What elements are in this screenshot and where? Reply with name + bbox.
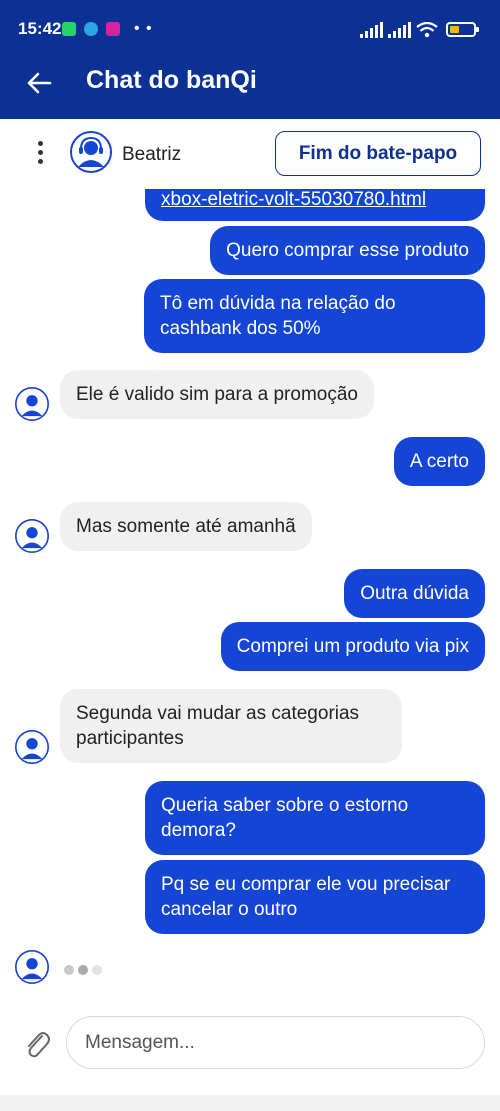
message-text: Mas somente até amanhã xyxy=(76,516,296,537)
message-bubble-sent[interactable]: xbox-eletric-volt-55030780.html xyxy=(145,189,485,221)
message-list[interactable]: xbox-eletric-volt-55030780.html Quero co… xyxy=(0,189,500,989)
more-options-icon[interactable] xyxy=(34,141,46,169)
back-arrow-icon[interactable] xyxy=(26,70,52,96)
instagram-icon xyxy=(106,22,120,36)
message-bubble-sent: Queria saber sobre o estorno demora? xyxy=(145,781,485,855)
status-bar: 15:42 • • xyxy=(0,0,500,60)
message-link[interactable]: xbox-eletric-volt-55030780.html xyxy=(161,189,426,210)
page-title: Chat do banQi xyxy=(86,66,257,94)
message-bubble-sent: Comprei um produto via pix xyxy=(220,622,485,671)
agent-header: Beatriz Fim do bate-papo xyxy=(0,119,500,189)
signal-icon xyxy=(360,22,383,38)
message-text: Segunda vai mudar as categorias particip… xyxy=(76,703,360,749)
whatsapp-icon xyxy=(62,22,76,36)
message-text: Outra dúvida xyxy=(360,583,469,604)
message-bubble-received: Ele é valido sim para a promoção xyxy=(60,370,374,419)
message-bubble-sent: Outra dúvida xyxy=(344,569,485,618)
message-composer xyxy=(0,1005,500,1095)
message-input[interactable] xyxy=(66,1016,485,1069)
message-bubble-sent: A certo xyxy=(393,437,485,486)
message-bubble-received: Mas somente até amanhã xyxy=(60,502,312,551)
agent-avatar xyxy=(70,131,112,173)
message-text: Tô em dúvida na relação do cashbank dos … xyxy=(160,293,396,339)
more-notifications-icon: • • xyxy=(134,20,153,37)
message-text: Quero comprar esse produto xyxy=(226,240,469,261)
message-bubble-received: Segunda vai mudar as categorias particip… xyxy=(60,689,402,763)
message-bubble-sent: Quero comprar esse produto xyxy=(210,226,485,275)
message-text: Comprei um produto via pix xyxy=(236,636,469,657)
signal-icon-2 xyxy=(388,22,411,38)
end-chat-button[interactable]: Fim do bate-papo xyxy=(275,131,481,176)
telegram-icon xyxy=(84,22,98,36)
message-text: Queria saber sobre o estorno demora? xyxy=(161,795,409,841)
message-bubble-sent: Pq se eu comprar ele vou precisar cancel… xyxy=(145,860,485,934)
message-text: A certo xyxy=(409,451,469,472)
message-text: Pq se eu comprar ele vou precisar cancel… xyxy=(161,874,451,920)
wifi-icon xyxy=(416,22,438,38)
system-nav-bar xyxy=(0,1095,500,1111)
agent-avatar-small xyxy=(15,730,49,764)
paperclip-icon[interactable] xyxy=(22,1027,50,1059)
message-text: Ele é valido sim para a promoção xyxy=(76,384,358,405)
app-header: 15:42 • • Chat do banQi xyxy=(0,0,500,119)
status-time: 15:42 xyxy=(18,19,62,38)
battery-icon xyxy=(446,22,479,37)
agent-avatar-small xyxy=(15,519,49,553)
message-bubble-sent: Tô em dúvida na relação do cashbank dos … xyxy=(144,279,485,353)
agent-avatar-small xyxy=(15,387,49,421)
typing-indicator xyxy=(64,962,106,980)
agent-name: Beatriz xyxy=(122,144,182,165)
agent-avatar-small xyxy=(15,950,49,984)
